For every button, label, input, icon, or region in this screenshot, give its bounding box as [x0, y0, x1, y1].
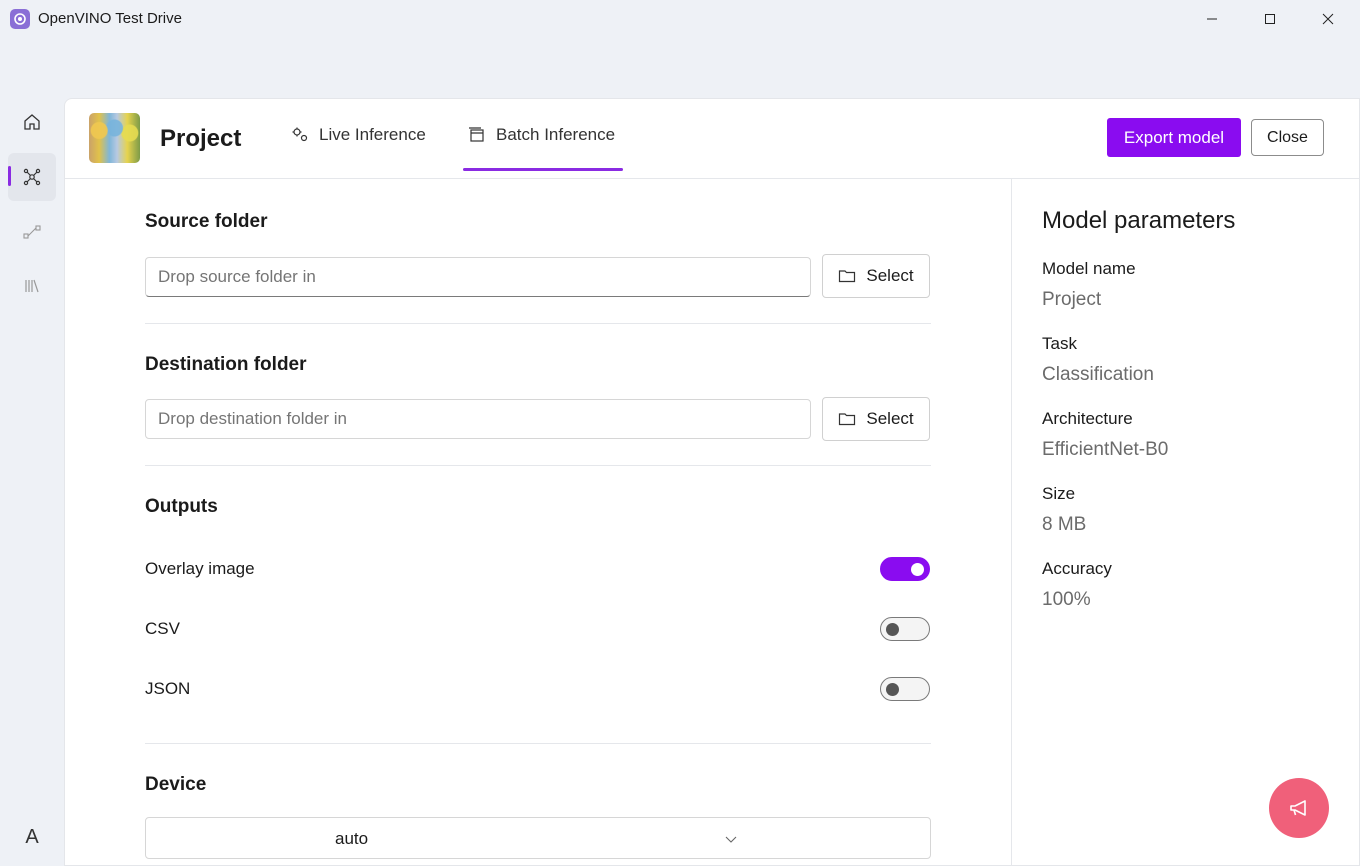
minimize-button[interactable]	[1183, 0, 1241, 38]
batch-icon	[469, 127, 484, 142]
tab-live-inference-label: Live Inference	[319, 125, 426, 144]
param-accuracy-label: Accuracy	[1042, 559, 1112, 578]
close-icon	[1322, 13, 1334, 25]
model-parameters-title: Model parameters	[1042, 207, 1236, 234]
device-value: auto	[335, 829, 369, 848]
megaphone-icon	[1290, 800, 1306, 816]
overlay-image-label: Overlay image	[145, 559, 255, 578]
nav-active-indicator	[8, 166, 11, 186]
toggle-knob	[886, 683, 899, 696]
maximize-icon	[1265, 14, 1275, 24]
folder-icon	[839, 270, 856, 283]
device-select[interactable]: auto	[145, 817, 931, 859]
tab-batch-inference-label: Batch Inference	[496, 125, 616, 144]
source-folder-input[interactable]	[145, 257, 811, 297]
json-label: JSON	[145, 679, 191, 698]
tab-batch-inference[interactable]: Batch Inference	[468, 125, 615, 173]
close-button[interactable]: Close	[1251, 119, 1324, 156]
openvino-app-icon	[10, 9, 30, 29]
window-close-button[interactable]	[1299, 0, 1357, 38]
maximize-button[interactable]	[1241, 0, 1299, 38]
left-nav	[0, 98, 64, 866]
export-model-button[interactable]: Export model	[1107, 118, 1241, 157]
param-model-name-value: Project	[1042, 289, 1102, 310]
title-bar: OpenVINO Test Drive	[0, 0, 1360, 38]
account-label[interactable]: A	[22, 826, 42, 849]
destination-select-button[interactable]: Select	[822, 397, 930, 441]
main-panel: Project Live Inference Batch Inference E…	[64, 98, 1360, 866]
library-icon	[25, 279, 39, 293]
param-size-label: Size	[1042, 484, 1076, 503]
overlay-image-toggle[interactable]	[880, 557, 930, 581]
param-accuracy-value: 100%	[1042, 589, 1091, 610]
param-architecture-label: Architecture	[1042, 409, 1133, 428]
csv-toggle[interactable]	[880, 617, 930, 641]
source-folder-title: Source folder	[145, 211, 268, 232]
csv-label: CSV	[145, 619, 180, 638]
destination-folder-title: Destination folder	[145, 354, 307, 375]
param-model-name-label: Model name	[1042, 259, 1136, 278]
network-icon	[23, 168, 41, 186]
param-architecture-value: EfficientNet-B0	[1042, 439, 1169, 460]
home-icon	[24, 114, 40, 130]
active-tab-underline	[463, 168, 623, 171]
window-title: OpenVINO Test Drive	[38, 10, 182, 27]
batch-inference-form: Source folder Select Destination folder …	[65, 179, 1011, 866]
chevron-down-icon	[725, 836, 737, 843]
device-title: Device	[145, 774, 207, 795]
minimize-icon	[1207, 18, 1217, 20]
nav-home[interactable]	[8, 98, 56, 146]
destination-select-label: Select	[866, 409, 914, 428]
divider	[145, 323, 931, 324]
tab-live-inference[interactable]: Live Inference	[291, 125, 426, 173]
toggle-knob	[911, 563, 924, 576]
divider	[145, 465, 931, 466]
param-task-label: Task	[1042, 334, 1077, 353]
divider	[145, 743, 931, 744]
source-select-button[interactable]: Select	[822, 254, 930, 298]
project-title: Project	[160, 125, 242, 152]
destination-folder-input[interactable]	[145, 399, 811, 439]
json-toggle[interactable]	[880, 677, 930, 701]
feedback-fab[interactable]	[1269, 778, 1329, 838]
source-select-label: Select	[866, 266, 914, 285]
project-thumbnail	[89, 113, 140, 163]
param-task-value: Classification	[1042, 364, 1154, 385]
nav-workflow[interactable]	[8, 208, 56, 256]
outputs-title: Outputs	[145, 496, 218, 517]
toggle-knob	[886, 623, 899, 636]
gears-icon	[292, 127, 308, 142]
model-parameters-panel: Model parameters Model name Project Task…	[1011, 179, 1360, 866]
nav-models[interactable]	[8, 153, 56, 201]
nav-library[interactable]	[8, 262, 56, 310]
workflow-icon	[23, 225, 41, 239]
project-header: Project Live Inference Batch Inference E…	[65, 99, 1359, 179]
folder-icon	[839, 413, 856, 426]
param-size-value: 8 MB	[1042, 514, 1087, 535]
